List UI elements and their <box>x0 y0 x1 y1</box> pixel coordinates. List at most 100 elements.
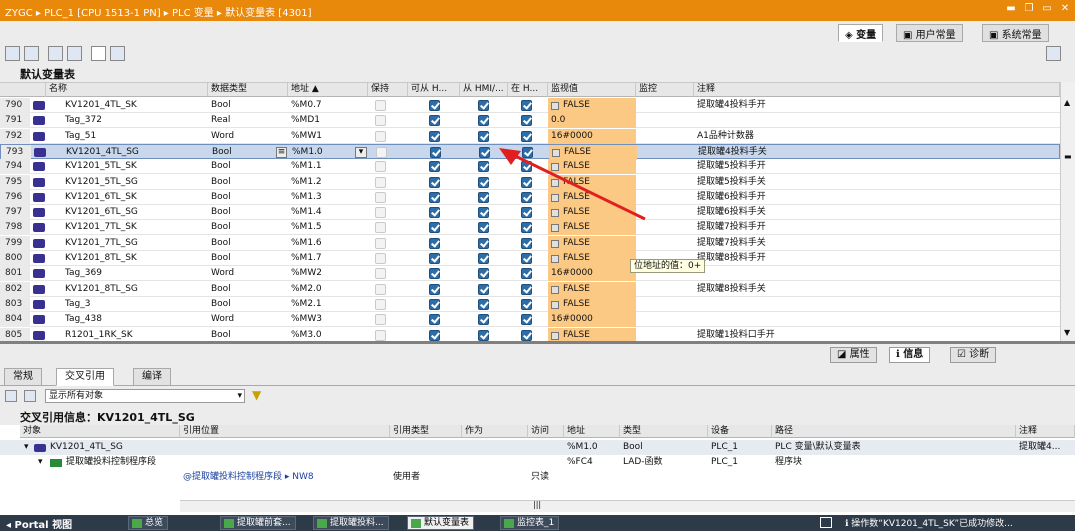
table-row[interactable]: 792 Tag_51 Word %MW1 16#0000 A1品种计数器 <box>0 128 1060 144</box>
var-address[interactable]: %M1.3 <box>291 190 361 205</box>
hmi-visible-checkbox[interactable] <box>478 176 489 188</box>
tab-info[interactable]: ℹ 信息 <box>889 347 931 363</box>
in-hmi-checkbox[interactable] <box>521 115 532 127</box>
var-address[interactable]: %MW2 <box>291 266 361 281</box>
table-row[interactable]: 799 KV1201_7TL_SG Bool %M1.6 FALSE 提取罐7投料手关 <box>0 235 1060 251</box>
from-hmi-checkbox[interactable] <box>429 237 440 249</box>
retain-checkbox[interactable] <box>376 146 387 158</box>
xref-row[interactable]: @提取罐投料控制程序段 ▸ NW8 使用者 只读 <box>0 470 1075 485</box>
filter-select[interactable]: 显示所有对象 ▾ <box>45 389 245 403</box>
var-datatype[interactable]: Word <box>211 266 281 281</box>
xcol-type[interactable]: 类型 <box>620 425 708 438</box>
var-datatype[interactable]: Bool <box>211 297 281 312</box>
col-header-monitor[interactable]: 监控 <box>636 83 694 97</box>
var-comment[interactable]: 提取罐7投料手开 <box>697 220 1057 235</box>
xcol-access[interactable]: 访问 <box>528 425 564 438</box>
datatype-picker-icon[interactable]: ≡ <box>276 146 287 158</box>
from-hmi-checkbox[interactable] <box>429 268 440 280</box>
xref-row[interactable]: ▾ KV1201_4TL_SG %M1.0 Bool PLC_1 PLC 变量\… <box>0 440 1075 455</box>
var-datatype[interactable]: Bool <box>211 175 281 190</box>
col-header-name[interactable]: 名称 <box>46 83 208 97</box>
var-comment[interactable]: 提取罐7投料手关 <box>697 236 1057 251</box>
hmi-visible-checkbox[interactable] <box>478 237 489 249</box>
from-hmi-checkbox[interactable] <box>429 207 440 219</box>
scroll-thumb-icon[interactable]: ▬ <box>1064 152 1072 161</box>
retain-checkbox[interactable] <box>375 329 386 341</box>
col-header-from-hmi[interactable]: 可从 H... <box>408 83 460 97</box>
hmi-visible-checkbox[interactable] <box>478 191 489 203</box>
var-comment[interactable]: 提取罐8投料手关 <box>697 282 1057 297</box>
retain-checkbox[interactable] <box>375 237 386 249</box>
retain-checkbox[interactable] <box>375 283 386 295</box>
var-datatype[interactable]: Bool <box>211 251 281 266</box>
var-address[interactable]: %M2.0 <box>291 282 361 297</box>
tab-general[interactable]: 常规 <box>4 368 42 386</box>
var-datatype[interactable]: Bool <box>211 205 281 220</box>
in-hmi-checkbox[interactable] <box>521 298 532 310</box>
in-hmi-checkbox[interactable] <box>521 314 532 326</box>
list-view-icon[interactable] <box>5 390 17 402</box>
xcol-comment[interactable]: 注释 <box>1016 425 1075 438</box>
from-hmi-checkbox[interactable] <box>429 130 440 142</box>
var-address[interactable]: %M1.5 <box>291 220 361 235</box>
restore-icon[interactable]: ❐ <box>1023 3 1035 15</box>
var-name[interactable]: Tag_369 <box>65 266 205 281</box>
var-datatype[interactable]: Bool <box>211 220 281 235</box>
var-address[interactable]: %M1.6 <box>291 236 361 251</box>
col-header-address[interactable]: 地址 ▲ <box>288 83 368 97</box>
float-icon[interactable]: ▭ <box>1041 3 1053 15</box>
retain-checkbox[interactable] <box>375 115 386 127</box>
monitor-all-icon[interactable] <box>91 46 106 61</box>
xref-row[interactable]: ▾ 提取罐投料控制程序段 %FC4 LAD-函数 PLC_1 程序块 <box>0 455 1075 470</box>
col-header-in-hmi[interactable]: 在 H... <box>508 83 548 97</box>
scroll-thumb-icon[interactable]: ||| <box>533 500 541 509</box>
in-hmi-checkbox[interactable] <box>521 130 532 142</box>
var-datatype[interactable]: Word <box>211 129 281 144</box>
expand-icon[interactable]: ▾ <box>24 440 29 455</box>
hmi-visible-checkbox[interactable] <box>478 222 489 234</box>
var-comment[interactable] <box>697 113 1057 128</box>
from-hmi-checkbox[interactable] <box>429 100 440 111</box>
from-hmi-checkbox[interactable] <box>429 329 440 341</box>
address-dropdown-icon[interactable]: ▾ <box>355 146 367 158</box>
var-address[interactable]: %M1.2 <box>291 175 361 190</box>
task-extract-tank-front[interactable]: 提取罐前套... <box>220 516 296 530</box>
col-header-retain[interactable]: 保持 <box>368 83 408 97</box>
hmi-visible-checkbox[interactable] <box>478 115 489 127</box>
var-address[interactable]: %M1.1 <box>291 159 361 174</box>
retain-checkbox[interactable] <box>375 207 386 219</box>
xcol-address[interactable]: 地址 <box>564 425 620 438</box>
var-address[interactable]: %M1.4 <box>291 205 361 220</box>
var-name[interactable]: KV1201_5TL_SK <box>65 159 205 174</box>
in-hmi-checkbox[interactable] <box>521 100 532 111</box>
table-row[interactable]: 803 Tag_3 Bool %M2.1 FALSE <box>0 296 1060 312</box>
retain-checkbox[interactable] <box>375 176 386 188</box>
var-name[interactable]: Tag_51 <box>65 129 205 144</box>
var-name[interactable]: Tag_372 <box>65 113 205 128</box>
in-hmi-checkbox[interactable] <box>521 268 532 280</box>
column-settings-icon[interactable] <box>110 46 125 61</box>
var-name[interactable]: KV1201_7TL_SK <box>65 220 205 235</box>
in-hmi-checkbox[interactable] <box>521 253 532 264</box>
from-hmi-checkbox[interactable] <box>429 115 440 127</box>
hmi-visible-checkbox[interactable] <box>478 329 489 341</box>
table-row[interactable]: 804 Tag_438 Word %MW3 16#0000 <box>0 312 1060 328</box>
var-address[interactable]: %MW1 <box>291 129 361 144</box>
tab-variables[interactable]: ◈ 变量 <box>838 24 884 42</box>
var-datatype[interactable]: Real <box>211 113 281 128</box>
retain-checkbox[interactable] <box>375 298 386 310</box>
var-comment[interactable] <box>697 297 1057 312</box>
xcol-object[interactable]: 对象 <box>20 425 180 438</box>
device-icon[interactable] <box>820 517 832 528</box>
retain-checkbox[interactable] <box>375 268 386 280</box>
col-header-monitor-value[interactable]: 监视值 <box>548 83 636 97</box>
table-vertical-scrollbar[interactable]: ▲ ▬ ▼ <box>1060 82 1075 341</box>
var-name[interactable]: Tag_438 <box>65 312 205 327</box>
xcol-ref-location[interactable]: 引用位置 <box>180 425 390 438</box>
hmi-visible-checkbox[interactable] <box>478 100 489 111</box>
col-header-comment[interactable]: 注释 <box>694 83 1060 97</box>
var-name[interactable]: KV1201_8TL_SK <box>65 251 205 266</box>
var-datatype[interactable]: Bool <box>211 236 281 251</box>
table-row[interactable]: 801 Tag_369 Word %MW2 16#0000 <box>0 266 1060 282</box>
col-header-hmi-visible[interactable]: 从 HMI/... <box>460 83 508 97</box>
